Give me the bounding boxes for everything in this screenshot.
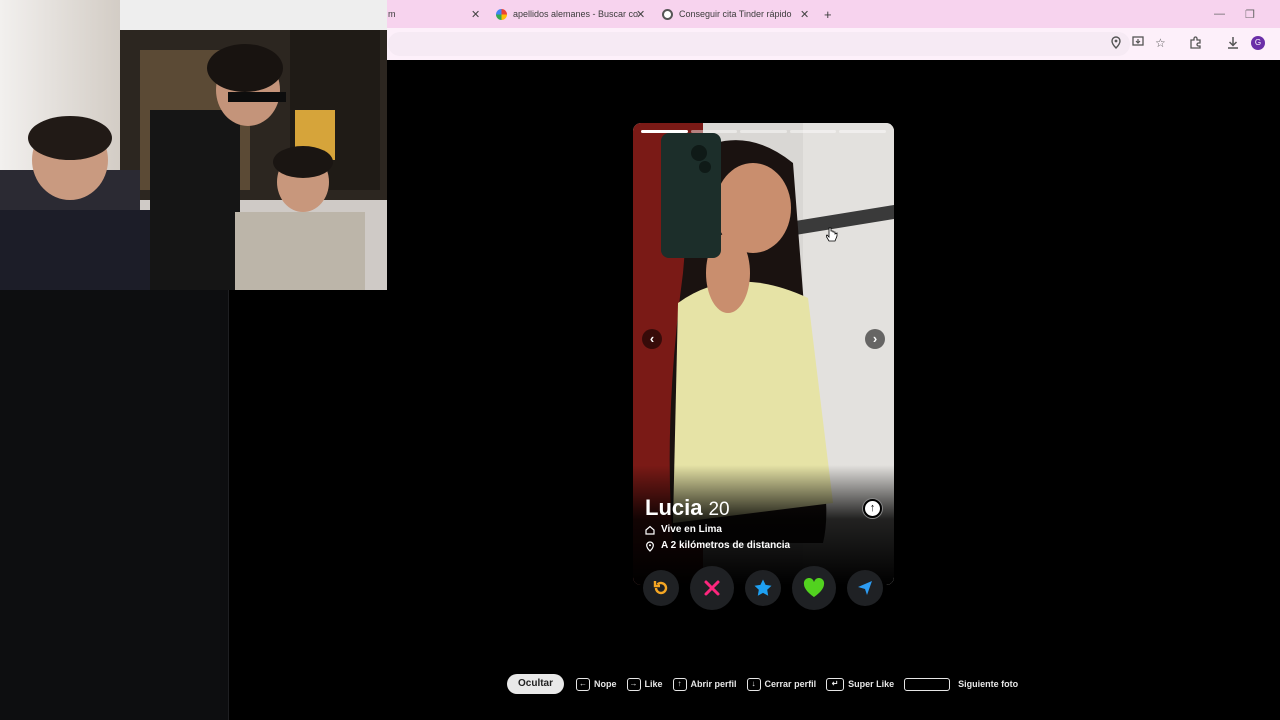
tab-partial[interactable]: m ✕ (388, 0, 488, 28)
download-icon[interactable] (1227, 36, 1239, 52)
webcam-overlay (0, 0, 387, 290)
progress-segment (641, 130, 688, 133)
google-icon (496, 8, 507, 20)
arrow-right-key-icon: → (626, 677, 641, 691)
restore-icon[interactable]: ❐ (1245, 8, 1255, 21)
profile-card[interactable]: ‹ › Lucia 20 ↑ Vive en Lima A 2 kilómetr… (633, 123, 894, 585)
nope-button[interactable] (690, 566, 734, 610)
arrow-up-key-icon: ↑ (672, 677, 687, 691)
lives-in-text: Vive en Lima (661, 524, 722, 535)
shortcut-nope: ← Nope (576, 677, 617, 691)
profile-avatar[interactable]: G (1251, 36, 1265, 50)
screen: m ✕ apellidos alemanes - Buscar co ✕ Con… (0, 0, 1280, 720)
enter-key-icon: ↵ (826, 677, 845, 691)
tab-tinder-article[interactable]: Conseguir cita Tinder rápido ✕ (662, 0, 817, 28)
shortcut-open-profile: ↑ Abrir perfil (672, 677, 737, 691)
progress-segment (839, 130, 886, 133)
extensions-icon[interactable] (1189, 36, 1202, 52)
progress-segment (690, 130, 738, 133)
home-icon (645, 525, 655, 535)
webcam-feed-image (0, 0, 387, 290)
star-icon (754, 579, 772, 596)
super-like-button[interactable] (745, 570, 781, 606)
progress-segment (740, 130, 787, 133)
previous-photo-button[interactable]: ‹ (642, 329, 662, 349)
shortcut-like: → Like (626, 677, 663, 691)
distance-text: A 2 kilómetros de distancia (661, 540, 791, 551)
x-icon (704, 580, 720, 596)
open-profile-button[interactable]: ↑ (863, 499, 882, 518)
side-panel (0, 290, 229, 720)
tab-title: Conseguir cita Tinder rápido (679, 9, 792, 19)
install-app-icon[interactable] (1132, 36, 1145, 51)
send-icon (858, 581, 872, 595)
spacebar-key-icon (904, 677, 951, 691)
heart-icon (803, 578, 825, 597)
like-button[interactable] (792, 566, 836, 610)
profile-name: Lucia (645, 495, 703, 520)
close-icon[interactable]: ✕ (800, 8, 809, 21)
arrow-left-key-icon: ← (576, 677, 591, 691)
shortcut-next-photo: Siguiente foto (904, 677, 1018, 691)
name-row: Lucia 20 (645, 495, 730, 521)
distance-row: A 2 kilómetros de distancia (645, 540, 791, 552)
bookmark-star-icon[interactable]: ☆ (1155, 36, 1166, 50)
globe-icon (662, 8, 673, 20)
tab-google-search[interactable]: apellidos alemanes - Buscar co ✕ (496, 0, 654, 28)
lives-in-row: Vive en Lima (645, 524, 722, 535)
close-icon[interactable]: ✕ (636, 8, 645, 21)
shortcut-super-like: ↵ Super Like (826, 677, 894, 691)
next-photo-button[interactable]: › (865, 329, 885, 349)
close-icon[interactable]: ✕ (471, 8, 480, 21)
hide-shortcuts-button[interactable]: Ocultar (507, 674, 565, 694)
action-buttons (643, 566, 883, 610)
photo-progress (641, 130, 886, 133)
mouse-cursor-icon (826, 227, 838, 242)
tab-title: m (388, 9, 396, 19)
location-pin-icon[interactable] (1111, 36, 1121, 52)
keyboard-shortcuts-bar: Ocultar ← Nope → Like ↑ Abrir perfil ↓ C… (507, 674, 1028, 694)
address-bar[interactable] (388, 32, 1130, 56)
location-pin-icon (645, 540, 655, 552)
rewind-button[interactable] (643, 570, 679, 606)
minimize-icon[interactable]: — (1214, 8, 1225, 20)
progress-segment (789, 130, 837, 133)
boost-button[interactable] (847, 570, 883, 606)
tab-title: apellidos alemanes - Buscar co (513, 9, 639, 19)
rewind-icon (653, 581, 668, 595)
new-tab-button[interactable]: + (824, 0, 832, 28)
shortcut-close-profile: ↓ Cerrar perfil (746, 677, 816, 691)
profile-age: 20 (708, 499, 730, 520)
arrow-down-key-icon: ↓ (746, 677, 761, 691)
